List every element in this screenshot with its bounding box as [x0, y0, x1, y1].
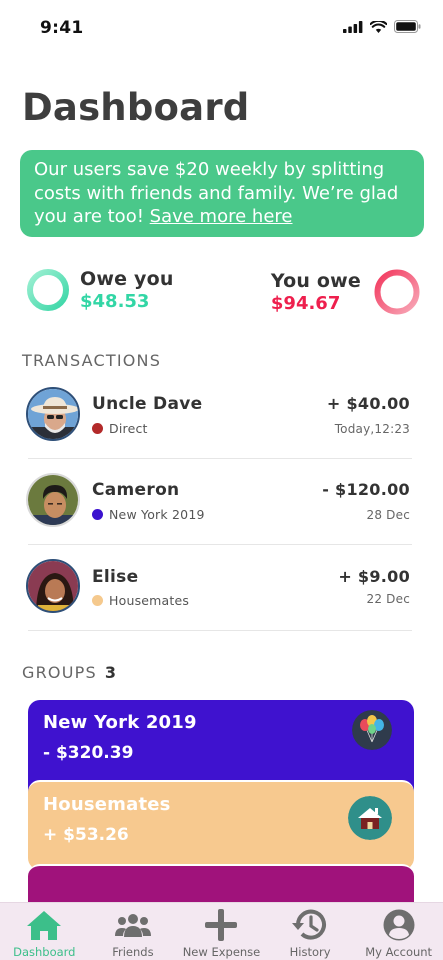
tab-label: My Account	[365, 945, 433, 959]
tab-history[interactable]: History	[266, 903, 355, 960]
group-dot	[92, 509, 103, 520]
tab-dashboard[interactable]: Dashboard	[0, 903, 89, 960]
balloons-icon	[352, 710, 392, 750]
page-title: Dashboard	[22, 86, 250, 129]
groups-count: 3	[104, 663, 116, 682]
avatar-elise	[26, 559, 80, 613]
plus-icon	[205, 909, 238, 941]
owe-you-amount: $48.53	[80, 291, 150, 312]
group-name: Housemates	[43, 794, 171, 815]
owe-you-ring-icon	[27, 269, 69, 311]
tab-label: Friends	[112, 945, 154, 959]
owe-you-label: Owe you	[80, 268, 174, 290]
status-bar: 9:41	[0, 0, 443, 56]
transaction-group: New York 2019	[92, 507, 205, 522]
transaction-name: Cameron	[92, 480, 180, 500]
tab-label: Dashboard	[13, 945, 76, 959]
tab-new-expense[interactable]: New Expense	[177, 903, 266, 960]
you-owe-ring-icon	[374, 269, 420, 315]
you-owe-label: You owe	[270, 270, 361, 292]
status-time: 9:41	[40, 18, 84, 38]
avatar-uncle-dave	[26, 387, 80, 441]
group-dot	[92, 595, 103, 606]
group-card-housemates[interactable]: Housemates + $53.26	[28, 780, 414, 870]
history-icon	[292, 909, 327, 940]
transaction-date: 28 Dec	[366, 508, 410, 522]
transaction-amount: + $40.00	[326, 394, 410, 413]
avatar-cameron	[26, 473, 80, 527]
house-icon	[348, 796, 392, 840]
transaction-name: Uncle Dave	[92, 394, 203, 414]
tab-my-account[interactable]: My Account	[354, 903, 443, 960]
transaction-group-label: Direct	[109, 421, 148, 436]
wifi-icon	[370, 20, 387, 33]
tab-label: History	[289, 945, 331, 959]
tab-label: New Expense	[182, 945, 261, 959]
transaction-row[interactable]: Uncle Dave Direct + $40.00 Today,12:23	[22, 373, 412, 459]
signal-icon	[343, 20, 363, 33]
battery-icon	[394, 20, 421, 33]
people-icon	[114, 914, 151, 937]
transactions-heading: TRANSACTIONS	[22, 351, 162, 370]
divider	[28, 630, 412, 631]
transaction-amount: - $120.00	[322, 480, 410, 499]
groups-heading: GROUPS 3	[22, 663, 116, 682]
group-amount: - $320.39	[43, 743, 134, 763]
transaction-row[interactable]: Elise Housemates + $9.00 22 Dec	[22, 545, 412, 631]
home-icon	[27, 911, 62, 940]
groups-heading-label: GROUPS	[22, 663, 97, 682]
transaction-row[interactable]: Cameron New York 2019 - $120.00 28 Dec	[22, 459, 412, 545]
you-owe-summary[interactable]: You owe $94.67	[271, 268, 421, 316]
transaction-group: Housemates	[92, 593, 189, 608]
tab-bar: Dashboard Friends New Expense History My…	[0, 902, 443, 960]
transaction-date: 22 Dec	[366, 592, 410, 606]
transaction-date: Today,12:23	[334, 422, 410, 436]
save-more-link[interactable]: Save more here	[150, 206, 293, 227]
transaction-group-label: Housemates	[109, 593, 190, 608]
tab-friends[interactable]: Friends	[89, 903, 178, 960]
owe-you-summary[interactable]: Owe you $48.53	[26, 268, 174, 312]
group-amount: + $53.26	[43, 825, 129, 845]
group-name: New York 2019	[43, 712, 197, 733]
account-icon	[383, 909, 415, 941]
group-dot	[92, 423, 103, 434]
transaction-group: Direct	[92, 421, 148, 436]
transaction-amount: + $9.00	[338, 567, 410, 586]
transaction-name: Elise	[92, 567, 139, 587]
status-icons	[343, 20, 421, 33]
transaction-group-label: New York 2019	[109, 507, 205, 522]
you-owe-amount: $94.67	[270, 293, 341, 314]
promo-banner: Our users save $20 weekly by splitting c…	[20, 150, 424, 237]
